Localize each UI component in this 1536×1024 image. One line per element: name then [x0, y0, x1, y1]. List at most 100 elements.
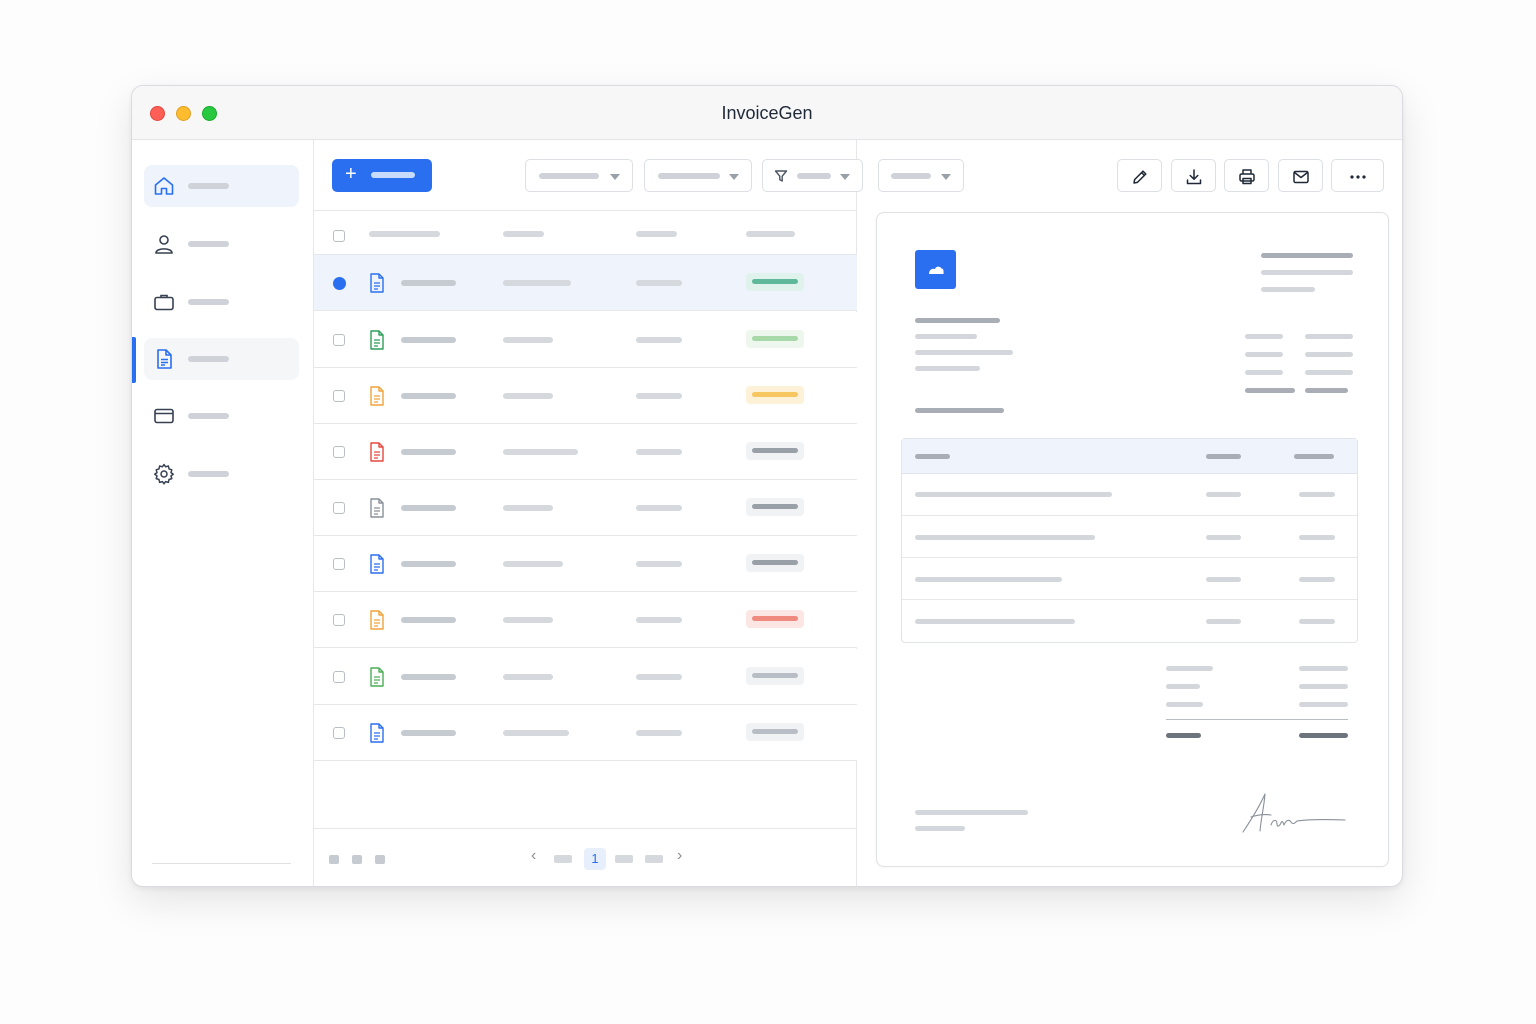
document-icon	[157, 349, 172, 369]
sidebar-item-invoices[interactable]	[144, 338, 299, 380]
client-filter-dropdown[interactable]	[525, 159, 633, 192]
line-item-row	[902, 516, 1357, 558]
company-name	[1261, 253, 1353, 258]
table-row[interactable]	[314, 312, 857, 368]
home-icon	[154, 177, 174, 195]
amount-cell	[636, 449, 682, 455]
edit-button[interactable]	[1117, 159, 1162, 192]
totals-divider	[1166, 719, 1348, 720]
sidebar-item-label	[188, 183, 229, 189]
status-badge-label	[752, 448, 798, 453]
table-row[interactable]	[314, 649, 857, 705]
sidebar-item-payments[interactable]	[144, 395, 299, 437]
meta-value	[1305, 370, 1353, 375]
invoice-preview	[876, 212, 1389, 867]
status-badge	[746, 498, 804, 516]
briefcase-icon	[154, 294, 174, 311]
column-header	[1294, 454, 1334, 459]
chevron-down-icon	[941, 174, 951, 180]
row-checkbox[interactable]	[333, 671, 345, 683]
chevron-right-icon[interactable]: ›	[677, 847, 682, 865]
date-filter-dropdown[interactable]	[644, 159, 752, 192]
row-checkbox[interactable]	[333, 614, 345, 626]
column-header[interactable]	[636, 231, 677, 237]
sidebar-item-label	[188, 471, 229, 477]
page-size-option[interactable]	[375, 855, 385, 864]
meta-label	[1245, 388, 1295, 393]
email-button[interactable]	[1278, 159, 1323, 192]
row-selected-indicator[interactable]	[333, 277, 346, 290]
page-link[interactable]	[615, 855, 633, 863]
document-icon	[370, 554, 384, 574]
section-heading	[915, 408, 1004, 413]
status-badge-label	[752, 392, 798, 397]
signature	[1242, 793, 1346, 833]
column-header[interactable]	[369, 231, 440, 237]
select-all-checkbox[interactable]	[333, 230, 345, 242]
sidebar-item-reports[interactable]	[150, 884, 300, 886]
sidebar-item-settings[interactable]	[144, 453, 299, 495]
filter-dropdown[interactable]	[762, 159, 863, 192]
invoice-number-cell	[401, 617, 456, 623]
status-badge	[746, 442, 804, 460]
status-badge	[746, 330, 804, 348]
app-window: InvoiceGen + ‹ 1 ›	[131, 85, 1403, 887]
table-row[interactable]	[314, 480, 857, 536]
print-icon	[1239, 169, 1255, 185]
row-checkbox[interactable]	[333, 502, 345, 514]
row-checkbox[interactable]	[333, 334, 345, 346]
status-badge-label	[752, 729, 798, 734]
line-item-amount	[1299, 577, 1335, 582]
line-item-description	[915, 619, 1075, 624]
invoice-number-cell	[401, 393, 456, 399]
table-row[interactable]	[314, 255, 857, 311]
line-item-amount	[1299, 619, 1335, 624]
line-items-table	[901, 438, 1358, 643]
sidebar-item-projects[interactable]	[144, 281, 299, 323]
sidebar-item-home[interactable]	[144, 165, 299, 207]
table-row[interactable]	[314, 424, 857, 480]
row-checkbox[interactable]	[333, 446, 345, 458]
page-link[interactable]	[554, 855, 572, 863]
row-checkbox[interactable]	[333, 727, 345, 739]
invoice-number-cell	[401, 449, 456, 455]
column-header	[915, 454, 950, 459]
new-invoice-label	[371, 172, 415, 178]
table-row[interactable]	[314, 368, 857, 424]
total-label	[1166, 733, 1201, 738]
line-item-qty	[1206, 492, 1241, 497]
more-options-button[interactable]	[1331, 159, 1384, 192]
table-row[interactable]	[314, 592, 857, 648]
amount-cell	[636, 505, 682, 511]
print-button[interactable]	[1224, 159, 1269, 192]
active-nav-indicator	[132, 337, 136, 383]
page-size-option[interactable]	[352, 855, 362, 864]
client-cell	[503, 505, 553, 511]
page-size-option[interactable]	[329, 855, 339, 864]
company-logo	[915, 250, 956, 289]
column-header[interactable]	[503, 231, 544, 237]
bill-to-line	[915, 334, 977, 339]
table-row[interactable]	[314, 536, 857, 592]
new-invoice-button[interactable]: +	[332, 159, 432, 192]
download-button[interactable]	[1171, 159, 1216, 192]
chevron-left-icon[interactable]: ‹	[531, 847, 536, 865]
status-filter-dropdown[interactable]	[878, 159, 964, 192]
row-checkbox[interactable]	[333, 558, 345, 570]
sidebar-item-label	[188, 299, 229, 305]
title-bar: InvoiceGen	[132, 86, 1402, 140]
current-page[interactable]: 1	[584, 848, 606, 870]
status-badge-label	[752, 336, 798, 341]
column-header[interactable]	[746, 231, 795, 237]
invoice-number-cell	[401, 280, 456, 286]
row-checkbox[interactable]	[333, 390, 345, 402]
client-cell	[503, 730, 569, 736]
cloud-logo-icon	[929, 266, 944, 274]
sidebar-item-label	[188, 356, 229, 362]
sidebar-item-clients[interactable]	[144, 223, 299, 265]
amount-cell	[636, 393, 682, 399]
page-link[interactable]	[645, 855, 663, 863]
document-icon	[370, 723, 384, 743]
table-row[interactable]	[314, 705, 857, 761]
status-badge	[746, 667, 804, 685]
